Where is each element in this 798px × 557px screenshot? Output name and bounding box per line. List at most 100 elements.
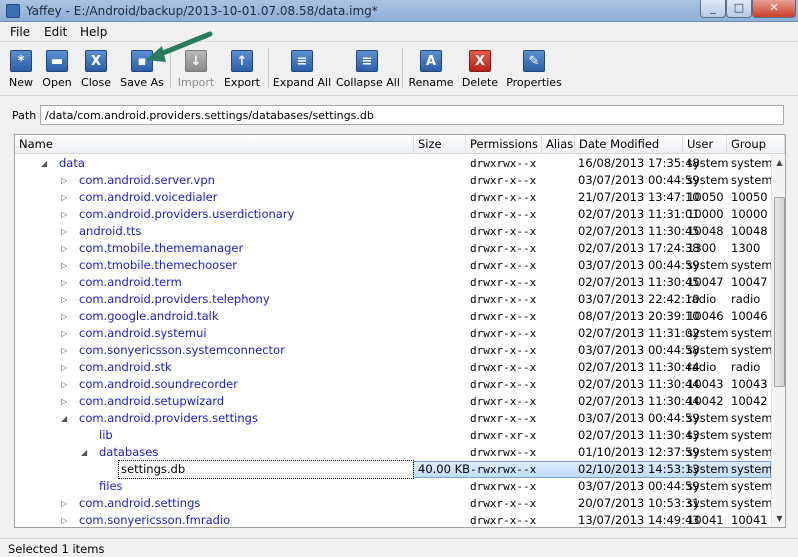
collapse-arrow-icon[interactable]: ◢ (81, 444, 87, 461)
table-row[interactable]: ▷ com.android.server.vpn drwxr-x--x 03/07/2… (15, 172, 773, 189)
path-input[interactable] (40, 105, 784, 125)
col-group[interactable]: Group (727, 135, 785, 154)
scroll-thumb[interactable] (774, 197, 785, 387)
expand-arrow-icon[interactable]: ▷ (61, 393, 67, 410)
table-row[interactable]: ▷ com.google.android.talk drwxr-x--x 08/07/… (15, 308, 771, 325)
table-row[interactable]: ◢ data drwxrwx--x 16/08/2013 17:35:48 system… (15, 155, 773, 172)
row-name: com.google.android.talk (79, 309, 219, 323)
table-row[interactable]: files drwxrwx--x 03/07/2013 00:44:59 system… (15, 478, 773, 495)
row-user: system (687, 343, 729, 357)
col-user[interactable]: User (683, 135, 727, 154)
col-date-modified[interactable]: Date Modified (575, 135, 683, 154)
expand-arrow-icon[interactable]: ▷ (61, 257, 67, 274)
delete-button[interactable]: X Delete (460, 44, 500, 94)
table-row[interactable]: ▷ com.android.providers.telephony drwxr-x-… (15, 291, 771, 308)
menu-bar: File Edit Help (0, 22, 798, 42)
expand-arrow-icon[interactable]: ▷ (61, 495, 67, 512)
file-tree-view[interactable]: Name Size Permissions Alias Date Modifie… (14, 134, 786, 528)
row-name: com.android.systemui (79, 326, 207, 340)
expand-arrow-icon[interactable]: ▷ (61, 189, 67, 206)
row-name: data (59, 156, 85, 170)
row-group: radio (731, 292, 761, 306)
row-date: 20/07/2013 10:53:31 (578, 496, 700, 510)
row-group: 10047 (731, 275, 768, 289)
row-permissions: drwxr-x--x (470, 242, 537, 255)
toolbar-separator (268, 48, 269, 88)
row-permissions: drwxr-x--x (470, 276, 537, 289)
menu-help[interactable]: Help (80, 25, 107, 39)
table-row[interactable]: settings.db 40.00 KB -rwxrwx--x 02/10/2013 … (15, 460, 773, 479)
minimize-button[interactable]: _ (700, 0, 726, 18)
table-row[interactable]: lib drwxr-xr-x 02/07/2013 11:30:43 system sy… (15, 427, 773, 444)
expand-arrow-icon[interactable]: ▷ (61, 512, 67, 527)
table-row[interactable]: ▷ android.tts drwxr-x--x 02/07/2013 11:30:4… (15, 223, 771, 240)
toolbar-label: New (9, 76, 33, 89)
expand-arrow-icon[interactable]: ▷ (61, 359, 67, 376)
table-row[interactable]: ▷ com.android.stk drwxr-x--x 02/07/2013 11:… (15, 359, 771, 376)
row-date: 02/07/2013 11:31:02 (578, 326, 700, 340)
expand-arrow-icon[interactable]: ▷ (61, 376, 67, 393)
collapse-arrow-icon[interactable]: ◢ (61, 410, 67, 427)
table-row[interactable]: ▷ com.android.voicedialer drwxr-x--x 21/07/… (15, 189, 771, 206)
table-row[interactable]: ▷ com.android.providers.userdictionary drw… (15, 206, 771, 223)
row-date: 02/07/2013 11:30:44 (578, 360, 700, 374)
maximize-button[interactable]: □ (726, 0, 752, 18)
path-label: Path (12, 109, 37, 122)
row-date: 02/07/2013 17:24:38 (578, 241, 700, 255)
expand-arrow-icon[interactable]: ▷ (61, 274, 67, 291)
vertical-scrollbar[interactable]: ▲ ▼ (771, 155, 785, 527)
menu-edit[interactable]: Edit (44, 25, 67, 39)
expand-arrow-icon[interactable]: ▷ (61, 206, 67, 223)
export-button[interactable]: ↑ Export (220, 44, 264, 94)
expand-arrow-icon[interactable]: ▷ (61, 325, 67, 342)
menu-file[interactable]: File (10, 25, 30, 39)
row-group: system (731, 173, 773, 187)
expand-arrow-icon[interactable]: ▷ (61, 172, 67, 189)
rename-button[interactable]: A Rename (408, 44, 454, 94)
import-icon: ↓ (185, 50, 207, 72)
col-name[interactable]: Name (15, 135, 414, 154)
properties-button[interactable]: ✎ Properties (504, 44, 564, 94)
expand-arrow-icon[interactable]: ▷ (61, 223, 67, 240)
row-user: system (687, 428, 729, 442)
expand-arrow-icon[interactable]: ▷ (61, 342, 67, 359)
table-row[interactable]: ▷ com.android.setupwizard drwxr-x--x 02/07/… (15, 393, 771, 410)
expand-arrow-icon[interactable]: ▷ (61, 291, 67, 308)
table-row[interactable]: ▷ com.tmobile.themechooser drwxr-x--x 03/07… (15, 257, 773, 274)
new-button[interactable]: * New (4, 44, 38, 94)
col-alias[interactable]: Alias (542, 135, 575, 154)
close-button[interactable]: X Close (78, 44, 114, 94)
col-permissions[interactable]: Permissions (466, 135, 542, 154)
collapse-arrow-icon[interactable]: ◢ (41, 155, 47, 172)
properties-icon: ✎ (523, 50, 545, 72)
scroll-up-icon[interactable]: ▲ (772, 155, 785, 171)
row-date: 02/07/2013 11:30:43 (578, 428, 700, 442)
import-button[interactable]: ↓ Import (176, 44, 216, 94)
row-group: system (731, 462, 773, 476)
expand-all-button[interactable]: ≡ Expand All (272, 44, 332, 94)
table-row[interactable]: ▷ com.android.settings drwxr-x--x 20/07/201… (15, 495, 773, 512)
row-permissions: drwxr-x--x (470, 412, 537, 425)
row-group: system (731, 326, 773, 340)
row-size: 40.00 KB (418, 462, 471, 476)
row-group: 10000 (731, 207, 768, 221)
expand-arrow-icon[interactable]: ▷ (61, 240, 67, 257)
expand-arrow-icon[interactable]: ▷ (61, 308, 67, 325)
table-row[interactable]: ◢ databases drwxrwx--x 01/10/2013 12:37:59 s… (15, 444, 773, 461)
table-row[interactable]: ▷ com.sonyericsson.systemconnector drwxr-x… (15, 342, 773, 359)
table-row[interactable]: ◢ com.android.providers.settings drwxr-x--… (15, 410, 773, 427)
table-row[interactable]: ▷ com.android.term drwxr-x--x 02/07/2013 11… (15, 274, 771, 291)
save-as-button[interactable]: ▪ Save As (116, 44, 168, 94)
table-row[interactable]: ▷ com.android.soundrecorder drwxr-x--x 02/0… (15, 376, 771, 393)
row-user: radio (687, 292, 717, 306)
table-row[interactable]: ▷ com.android.systemui drwxr-x--x 02/07/201… (15, 325, 773, 342)
scroll-down-icon[interactable]: ▼ (772, 511, 785, 527)
open-button[interactable]: ▬ Open (40, 44, 74, 94)
table-row[interactable]: ▷ com.tmobile.thememanager drwxr-x--x 02/07… (15, 240, 771, 257)
col-size[interactable]: Size (414, 135, 466, 154)
collapse-all-button[interactable]: ≡ Collapse All (336, 44, 400, 94)
row-permissions: drwxrwx--x (470, 157, 537, 170)
table-row[interactable]: ▷ com.sonyericsson.fmradio drwxr-x--x 13/07… (15, 512, 771, 527)
path-bar: Path (0, 96, 798, 134)
close-window-button[interactable]: ✕ (752, 0, 796, 18)
